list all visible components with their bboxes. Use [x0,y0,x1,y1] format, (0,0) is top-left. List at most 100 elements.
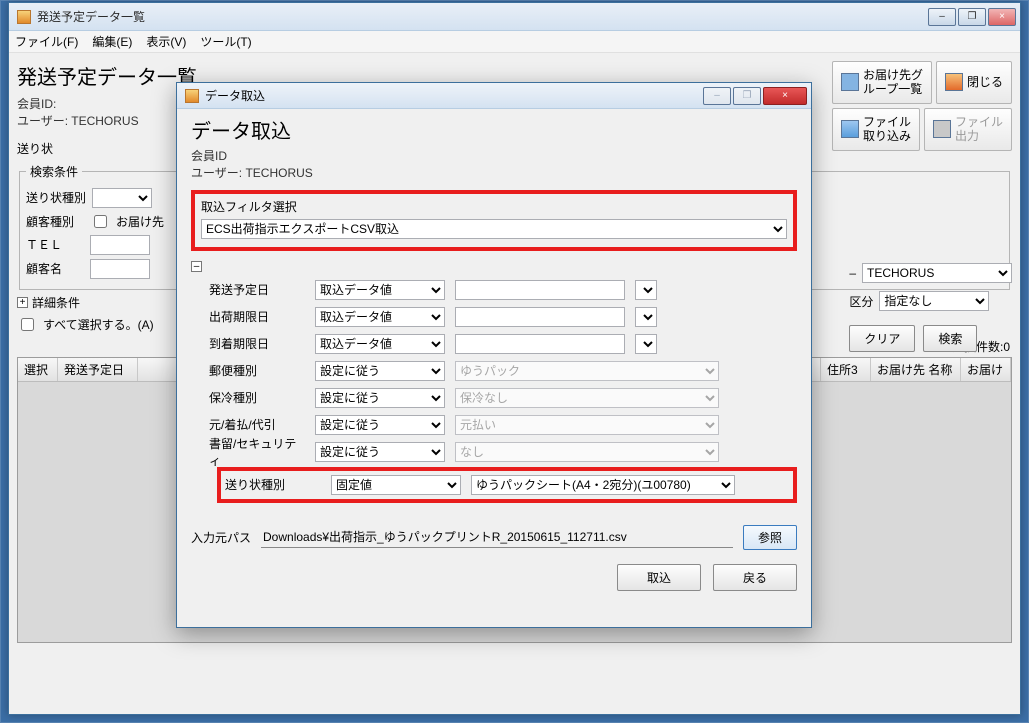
right-search: – TECHORUS 区分 指定なし クリア 検索 [849,263,1012,352]
main-window-title: 発送予定データ一覧 [37,8,928,25]
row-shiplimit-input[interactable] [455,307,625,327]
config-rows: 発送予定日 取込データ値 出荷期限日 取込データ値 到着期限日 取込データ値 郵… [209,278,797,503]
row-shipdate-input[interactable] [455,280,625,300]
user-label: ユーザー: [17,113,68,130]
expand-detail-button[interactable]: + [17,297,28,308]
group-list-button[interactable]: お届け先グ ループ一覧 [832,61,932,104]
select-all-checkbox[interactable] [21,318,34,331]
kubun-select[interactable]: 指定なし [879,291,989,311]
row-arrivelimit-label: 到着期限日 [209,335,305,352]
dialog-body: データ取込 会員ID ユーザー: TECHORUS 取込フィルタ選択 ECS出荷… [177,109,811,603]
menu-file[interactable]: ファイル(F) [15,33,78,50]
dialog-title: データ取込 [205,87,703,104]
dialog-user-label: ユーザー: [191,166,242,180]
row-cooltype-value: 保冷なし [455,388,719,408]
row-cooltype-select[interactable]: 設定に従う [315,388,445,408]
customer-name-label: 顧客名 [26,260,84,277]
close-button[interactable]: × [988,8,1016,26]
grid-col-addr3[interactable]: 住所3 [821,358,871,381]
menu-edit[interactable]: 編集(E) [92,33,132,50]
path-value: Downloads¥出荷指示_ゆうパックプリントR_20150615_11271… [261,526,733,548]
search-button[interactable]: 検索 [923,325,977,352]
row-shiplimit-label: 出荷期限日 [209,308,305,325]
okurijo-row-highlight: 送り状種別 固定値 ゆうパックシート(A4・2宛分)(ユ00780) [217,467,797,503]
row-posttype-value: ゆうパック [455,361,719,381]
row-shipdate-extsel[interactable] [635,280,657,300]
close-app-button[interactable]: 閉じる [936,61,1012,104]
dialog-close-button[interactable]: × [763,87,807,105]
browse-button[interactable]: 参照 [743,525,797,550]
file-export-icon [933,120,951,138]
row-payment-select[interactable]: 設定に従う [315,415,445,435]
back-button[interactable]: 戻る [713,564,797,591]
row-okurijo-label: 送り状種別 [225,476,321,493]
close-icon [945,73,963,91]
collapse-button[interactable]: – [191,261,202,272]
otodokesaki-checkbox-label: お届け先 [116,213,164,230]
dialog-minimize-button[interactable]: – [703,87,731,105]
okurijo-type-select[interactable] [92,188,152,208]
path-row: 入力元パス Downloads¥出荷指示_ゆうパックプリントR_20150615… [191,525,797,550]
dialog-icon [185,89,199,103]
menu-view[interactable]: 表示(V) [146,33,186,50]
row-security-value: なし [455,442,719,462]
grid-col-destname[interactable]: お届け先 名称 [871,358,961,381]
row-shipdate-select[interactable]: 取込データ値 [315,280,445,300]
row-shiplimit-select[interactable]: 取込データ値 [315,307,445,327]
dialog-titlebar: データ取込 – ❐ × [177,83,811,109]
menu-tool[interactable]: ツール(T) [200,33,251,50]
toolbar-right: お届け先グ ループ一覧 閉じる ファイル 取り込み ファイル 出力 [832,61,1012,151]
filter-select[interactable]: ECS出荷指示エクスポートCSV取込 [201,219,787,239]
user-value: TECHORUS [71,114,138,128]
dialog-heading: データ取込 [191,115,797,144]
file-import-icon [841,120,859,138]
account-id-label: 会員ID: [17,96,56,113]
group-list-icon [841,73,859,91]
row-payment-label: 元/着払/代引 [209,416,305,433]
customer-type-label: 顧客種別 [26,213,84,230]
detail-conditions-label: 詳細条件 [32,294,80,311]
row-arrivelimit-select[interactable]: 取込データ値 [315,334,445,354]
minimize-button[interactable]: – [928,8,956,26]
row-cooltype-label: 保冷種別 [209,389,305,406]
dialog-account-id-label: 会員ID [191,149,227,163]
otodokesaki-checkbox[interactable] [94,215,107,228]
file-export-button[interactable]: ファイル 出力 [924,108,1012,151]
filter-block-highlight: 取込フィルタ選択 ECS出荷指示エクスポートCSV取込 [191,190,797,251]
path-label: 入力元パス [191,529,251,546]
row-payment-value: 元払い [455,415,719,435]
filter-label: 取込フィルタ選択 [201,198,787,215]
customer-name-input[interactable] [90,259,150,279]
grid-col-select[interactable]: 選択 [18,358,58,381]
menu-bar: ファイル(F) 編集(E) 表示(V) ツール(T) [9,31,1020,53]
search-legend: 検索条件 [26,163,82,180]
row-security-select[interactable]: 設定に従う [315,442,445,462]
row-shipdate-label: 発送予定日 [209,281,305,298]
row-shiplimit-extsel[interactable] [635,307,657,327]
row-okurijo-select[interactable]: 固定値 [331,475,461,495]
row-posttype-select[interactable]: 設定に従う [315,361,445,381]
row-posttype-label: 郵便種別 [209,362,305,379]
row-security-label: 書留/セキュリティ [209,435,305,469]
dialog-maximize-button[interactable]: ❐ [733,87,761,105]
import-button[interactable]: 取込 [617,564,701,591]
tel-label: ＴＥＬ [26,236,84,253]
app-icon [17,10,31,24]
row-arrivelimit-input[interactable] [455,334,625,354]
import-dialog: データ取込 – ❐ × データ取込 会員ID ユーザー: TECHORUS 取込… [176,82,812,628]
row-okurijo-value[interactable]: ゆうパックシート(A4・2宛分)(ユ00780) [471,475,735,495]
main-titlebar: 発送予定データ一覧 – ❐ × [9,3,1020,31]
maximize-button[interactable]: ❐ [958,8,986,26]
row-arrivelimit-extsel[interactable] [635,334,657,354]
select-all-label: すべて選択する。(A) [43,316,154,333]
grid-col-dest[interactable]: お届け [961,358,1011,381]
okurijo-type-label: 送り状種別 [26,189,86,206]
dash-label: – [849,266,856,280]
techorus-select[interactable]: TECHORUS [862,263,1012,283]
kubun-label: 区分 [849,293,873,310]
dialog-footer: 取込 戻る [191,564,797,591]
clear-button[interactable]: クリア [849,325,915,352]
file-import-button[interactable]: ファイル 取り込み [832,108,920,151]
tel-input[interactable] [90,235,150,255]
grid-col-shipdate[interactable]: 発送予定日 [58,358,138,381]
